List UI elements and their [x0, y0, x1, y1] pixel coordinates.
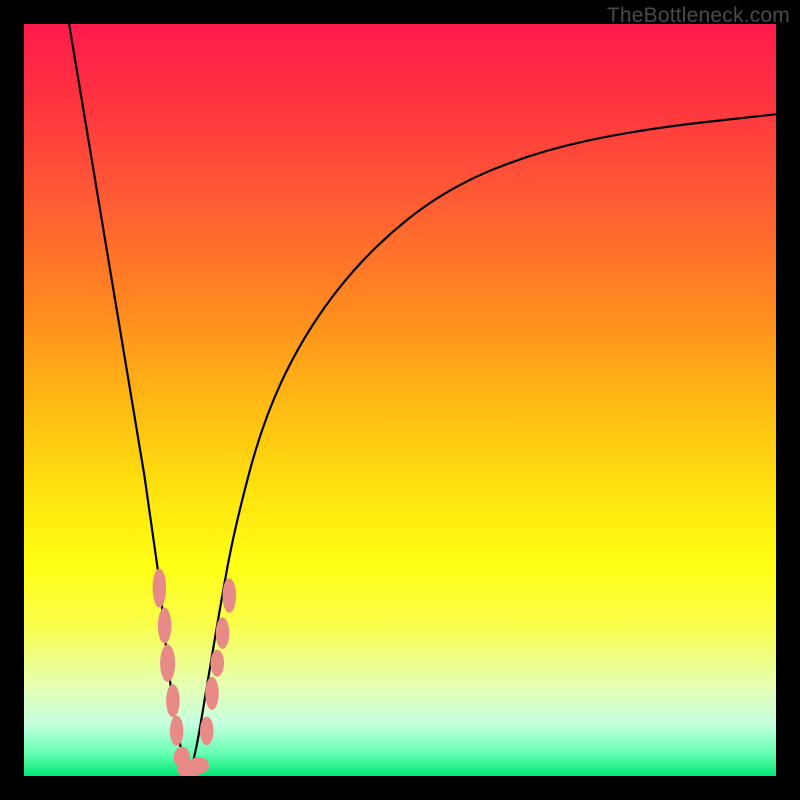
data-marker [153, 568, 167, 607]
data-marker [223, 578, 237, 613]
data-marker [166, 684, 180, 717]
outer-frame: TheBottleneck.com [0, 0, 800, 800]
data-marker [160, 644, 175, 682]
plot-area [24, 24, 776, 776]
data-marker [170, 716, 184, 746]
data-marker [210, 650, 224, 677]
data-marker [205, 677, 219, 710]
data-marker [200, 717, 214, 746]
chart-svg [24, 24, 776, 776]
curve-right-branch [189, 114, 776, 776]
data-marker [216, 617, 230, 649]
data-marker [188, 757, 209, 774]
watermark-text: TheBottleneck.com [607, 4, 790, 28]
data-marker [158, 608, 172, 644]
marker-group [153, 568, 236, 776]
